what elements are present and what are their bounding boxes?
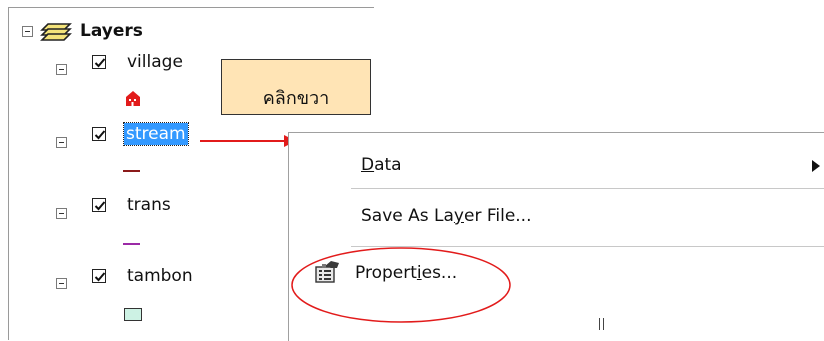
menu-separator <box>351 188 824 189</box>
layers-group-icon <box>40 16 74 48</box>
layer-visibility-checkbox-tambon[interactable] <box>92 269 106 283</box>
village-symbol-icon <box>124 89 142 111</box>
background-mark <box>603 318 604 330</box>
tambon-polygon-symbol <box>124 308 142 321</box>
trans-line-symbol <box>123 243 140 245</box>
callout-text: คลิกขวา <box>262 87 330 109</box>
menu-item-data[interactable]: Data <box>289 149 824 183</box>
layer-collapse-toggle-tambon[interactable] <box>56 278 67 289</box>
red-arrow-icon <box>200 135 296 147</box>
toc-frame-top <box>8 7 374 8</box>
layer-visibility-checkbox-village[interactable] <box>92 55 106 69</box>
toc-frame-left <box>8 7 9 340</box>
menu-item-save-as-layer-file[interactable]: Save As Layer File... <box>289 199 824 233</box>
highlight-ellipse <box>291 247 511 323</box>
layer-collapse-toggle-village[interactable] <box>56 64 67 75</box>
layer-collapse-toggle-stream[interactable] <box>56 137 67 148</box>
layer-label-stream-selected[interactable]: stream <box>123 122 189 146</box>
right-click-callout: คลิกขวา <box>221 59 371 115</box>
layers-collapse-toggle[interactable] <box>22 26 33 37</box>
layer-visibility-checkbox-trans[interactable] <box>92 198 106 212</box>
menu-item-data-label: Data <box>361 155 402 175</box>
stream-line-symbol <box>123 170 140 172</box>
layer-visibility-checkbox-stream[interactable] <box>92 127 106 141</box>
background-mark <box>599 318 600 330</box>
layer-label-village[interactable]: village <box>127 52 183 72</box>
menu-item-save-as-layer-file-label: Save As Layer File... <box>361 206 532 226</box>
layer-label-trans[interactable]: trans <box>127 195 171 215</box>
layer-label-tambon[interactable]: tambon <box>127 266 193 286</box>
toc-root-label: Layers <box>80 21 143 41</box>
submenu-arrow-icon <box>812 160 820 172</box>
layer-collapse-toggle-trans[interactable] <box>56 208 67 219</box>
